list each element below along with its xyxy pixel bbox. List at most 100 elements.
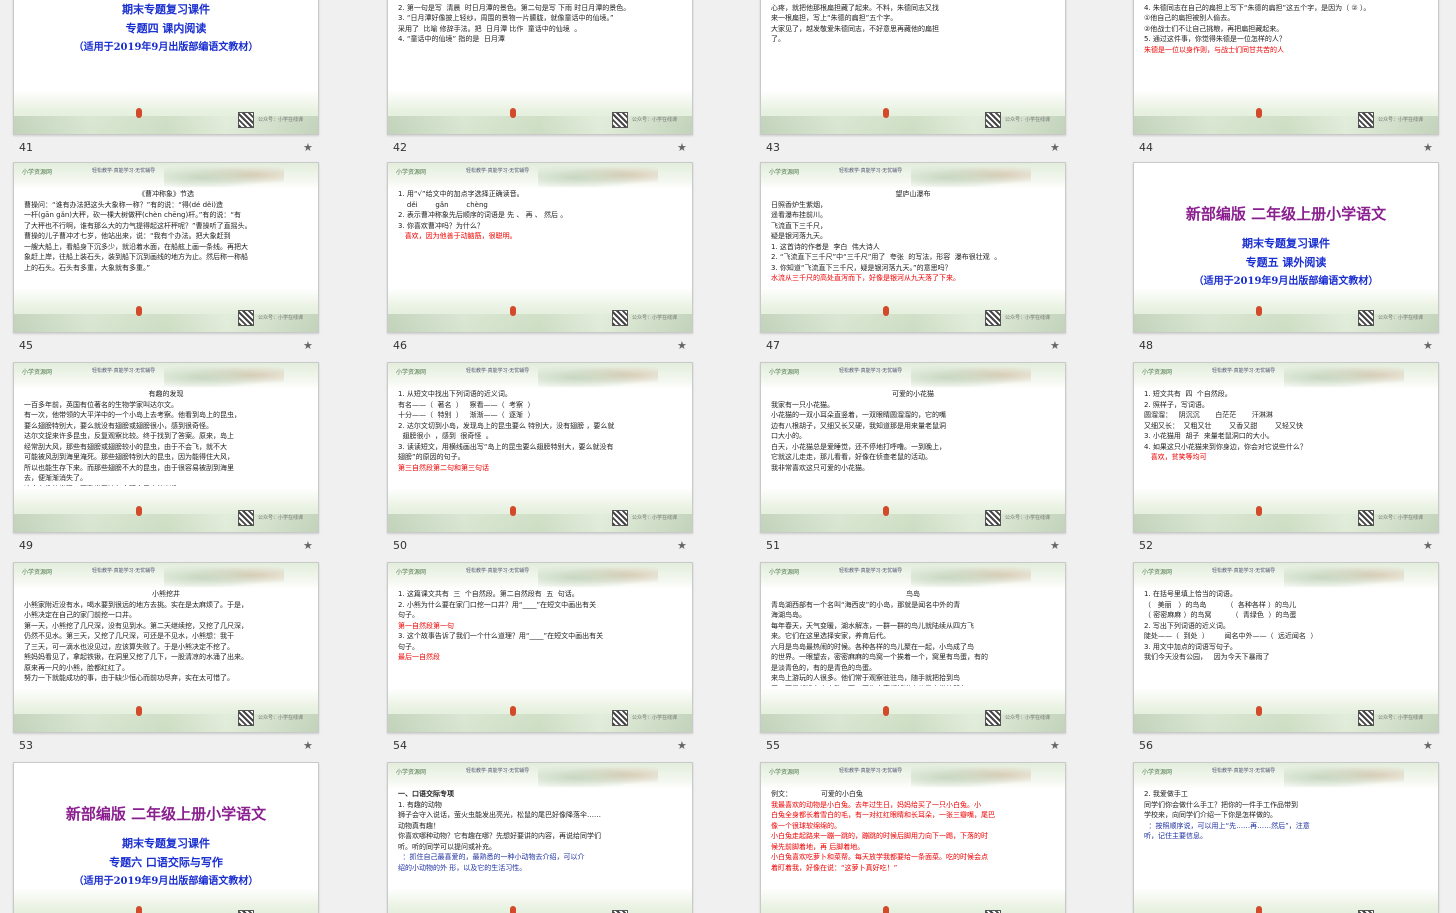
slide-transition-star-icon[interactable]: ★ — [1423, 339, 1433, 352]
footer-text: 公众号：小学在线课 — [1378, 715, 1424, 721]
content-line: 3. 用文中加点的词语写句子。 — [1144, 642, 1237, 651]
slide-footer-landscape: 公众号：小学在线课 — [1134, 488, 1438, 532]
slide-number: 47 — [766, 339, 780, 352]
slide-thumbnail[interactable]: 公众号：小学在线课 新部编版 二年级上册小学语文 期末专题复习课件 专题五 课外阅读 （… — [1133, 162, 1439, 333]
slide-number: 53 — [19, 739, 33, 752]
slide-sorter-grid: 公众号：小学在线课新部编版 二年级上册小学语文期末专题复习课件专题四 课内阅读（… — [0, 0, 1456, 913]
content-line: 4. “童话中的仙境” 指的是 日月潭 — [398, 35, 505, 43]
slide-header-band: 小学资源网 轻松教学·真能学习·无忧辅导 — [14, 163, 318, 189]
slide-thumbnail[interactable]: 小学资源网 轻松教学·真能学习·无忧辅导 公众号：小学在线课 《曹冲称象》节选 曹操问：… — [13, 162, 319, 333]
slide-transition-star-icon[interactable]: ★ — [677, 141, 687, 154]
slide-title: 新部编版 二年级上册小学语文 — [1185, 205, 1387, 223]
content-line: 遥看瀑布挂前川。 — [771, 211, 827, 219]
slide-header-band: 小学资源网 轻松教学·真能学习·无忧辅导 — [14, 563, 318, 589]
slide-transition-star-icon[interactable]: ★ — [677, 539, 687, 552]
slide-number: 50 — [393, 539, 407, 552]
slide-thumbnail[interactable]: 小学资源网轻松教学·真能学习·无忧辅导公众号：小学在线课例文： 可爱的小白兔我最… — [760, 762, 1066, 913]
header-slogan: 轻松教学·真能学习·无忧辅导 — [466, 768, 530, 774]
content-line: 1. 在括号里填上恰当的词语。 — [1144, 590, 1237, 598]
slide-transition-star-icon[interactable]: ★ — [1050, 339, 1060, 352]
slide-transition-star-icon[interactable]: ★ — [1050, 739, 1060, 752]
header-landscape-image — [538, 163, 658, 187]
slide-thumbnail[interactable]: 小学资源网 轻松教学·真能学习·无忧辅导公众号：小学在线课 一、口语交际专项 1. 有… — [387, 762, 693, 913]
slide-thumbnail[interactable]: 小学资源网 轻松教学·真能学习·无忧辅导 公众号：小学在线课 望庐山瀑布 日照香炉生紫烟… — [760, 162, 1066, 333]
slide-transition-star-icon[interactable]: ★ — [303, 539, 313, 552]
footer-figure-image — [509, 108, 516, 118]
content-line: 青岛湖西部有一个名叫“海西皮”的小岛，那就是闻名中外的青 — [771, 600, 961, 609]
slide-number: 45 — [19, 339, 33, 352]
content-line: 4. 朱德同志在自己的扁担上写下“朱德的扁担”这五个字，是因为（ ② ）。 — [1144, 3, 1371, 12]
content-line: 4. 如果这只小花猫来到你身边，你会对它说些什么？ — [1144, 442, 1307, 451]
content-line: 3. 你知道“飞流直下三千尺，疑是银河落九天。”的意思吗？ — [771, 263, 952, 272]
slide-thumbnail[interactable]: 小学资源网 轻松教学·真能学习·无忧辅导公众号：小学在线课 1. 在括号里填上恰当的… — [1133, 562, 1439, 733]
slide-thumbnail[interactable]: 小学资源网 轻松教学·真能学习·无忧辅导 公众号：小学在线课 鸟岛 青岛湖西部有一个名叫… — [760, 562, 1066, 733]
course-subtitle: 期末专题复习课件 — [122, 837, 210, 850]
content-line: 有一次，他带领的大平洋中的一个小岛上去考察。他看到岛上的昆虫， — [24, 411, 241, 419]
content-line: 句子。 — [398, 642, 419, 651]
header-slogan: 轻松教学·真能学习·无忧辅导 — [839, 168, 903, 174]
qr-code-icon — [238, 310, 254, 326]
content-line: 一百多年前，英国有位著名的生物学家叫达尔文。 — [24, 400, 178, 409]
slide-number: 44 — [1139, 141, 1153, 154]
footer-text: 公众号：小学在线课 — [258, 715, 304, 721]
slide-thumbnail[interactable]: 小学资源网 轻松教学·真能学习·无忧辅导 公众号：小学在线课 1. 用“√”给文中的加… — [387, 162, 693, 333]
brand-logo-text: 小学资源网 — [769, 169, 800, 176]
slide-header-band: 小学资源网 轻松教学·真能学习·无忧辅导 — [1134, 563, 1438, 589]
slide-thumbnail[interactable]: 小学资源网 轻松教学·真能学习·无忧辅导 公众号：小学在线课 1. 这篇课文共有 三 … — [387, 562, 693, 733]
slide-thumbnail[interactable]: 小学资源网 轻松教学·真能学习·无忧辅导 公众号：小学在线课 可爱的小花猫 我家有一只小… — [760, 362, 1066, 533]
slide-thumbnail[interactable]: 公众号：小学在线课 2. 这段话描写了朱德同志 挑粮 的过程。3. 用“____”… — [1133, 0, 1439, 135]
slide-number: 54 — [393, 739, 407, 752]
slide-transition-star-icon[interactable]: ★ — [677, 339, 687, 352]
slide-thumbnail[interactable]: 小学资源网 轻松教学·真能学习·无忧辅导 公众号：小学在线课 1. 从短文中找出下列词… — [387, 362, 693, 533]
slide-transition-star-icon[interactable]: ★ — [1050, 539, 1060, 552]
footer-figure-image — [135, 506, 142, 516]
slide-content: 《曹冲称象》节选 曹操问：“谁有办法把这头大象称一称？”有的说：“得(dé děi… — [24, 189, 308, 286]
slide-transition-star-icon[interactable]: ★ — [1423, 141, 1433, 154]
slide-transition-star-icon[interactable]: ★ — [1423, 739, 1433, 752]
slide-thumbnail[interactable]: 小学资源网 轻松教学·真能学习·无忧辅导 公众号：小学在线课 1. 短文共有 四 个自… — [1133, 362, 1439, 533]
content-line: 3. 这个故事告诉了我们一个什么道理？用“____”在短文中画出有关 — [398, 632, 604, 640]
slide-number: 52 — [1139, 539, 1153, 552]
content-line: děi gǎn chèng — [398, 200, 488, 209]
content-line: 学校来，向同学们介绍一下你是怎样做的。 — [1144, 811, 1277, 819]
slide-header-band: 小学资源网 轻松教学·真能学习·无忧辅导 — [1134, 763, 1438, 789]
content-line: 我们今天没有公园， 因为今天下暴雨了 — [1144, 653, 1270, 661]
brand-logo-text: 小学资源网 — [396, 569, 427, 576]
footer-figure-image — [135, 906, 142, 913]
slide-transition-star-icon[interactable]: ★ — [1423, 539, 1433, 552]
slide-transition-star-icon[interactable]: ★ — [677, 739, 687, 752]
slide-number: 56 — [1139, 739, 1153, 752]
slide-thumbnail[interactable]: 公众号：小学在线课 朱德同志也跟战士们一块儿去挑粮。他穿着草鞋，戴着斗笠，挑起粮食… — [760, 0, 1066, 135]
content-line: 喜欢，贫笑等均可 — [1144, 453, 1207, 461]
content-line: 最后一自然段 — [398, 653, 440, 661]
content-line: 朱德是一位以身作则，与战士们同甘共苦的人 — [1144, 45, 1284, 54]
footer-figure-image — [882, 108, 889, 118]
content-line: 翅膀”的原因的句子。 — [398, 453, 465, 461]
slide-header-band: 小学资源网 轻松教学·真能学习·无忧辅导 — [761, 363, 1065, 389]
slide-footer-landscape: 公众号：小学在线课 — [388, 288, 692, 332]
slide-transition-star-icon[interactable]: ★ — [1050, 141, 1060, 154]
slide-transition-star-icon[interactable]: ★ — [303, 739, 313, 752]
slide-transition-star-icon[interactable]: ★ — [303, 339, 313, 352]
qr-code-icon — [985, 112, 1001, 128]
slide-transition-star-icon[interactable]: ★ — [303, 141, 313, 154]
slide-thumbnail[interactable]: 公众号：小学在线课 新部编版 二年级上册小学语文期末专题复习课件专题四 课内阅读（… — [13, 0, 319, 135]
slide-thumbnail[interactable]: 小学资源网 轻松教学·真能学习·无忧辅导 公众号：小学在线课 有趣的发现 一百多年前，英… — [13, 362, 319, 533]
content-line: 白兔全身都长着雪白的毛，有一对红红眼睛和长耳朵，一张三瓣嘴，尾巴 — [771, 811, 995, 819]
footer-text: 公众号：小学在线课 — [632, 715, 678, 721]
content-line: 绍的小动物的外 形，以及它的生活习性。 — [398, 863, 527, 872]
topic-subtitle: 专题五 课外阅读 — [1245, 256, 1327, 269]
slide-thumbnail[interactable]: 小学资源网轻松教学·真能学习·无忧辅导公众号：小学在线课2. 我爱做手工同学们你… — [1133, 762, 1439, 913]
slide-thumbnail[interactable]: 公众号：小学在线课新部编版 二年级上册小学语文期末专题复习课件专题六 口语交际与… — [13, 762, 319, 913]
content-line: 1. 从短文中找出下列词语的近义词。 — [398, 390, 512, 398]
slide-thumbnail[interactable]: 小学资源网 轻松教学·真能学习·无忧辅导 公众号：小学在线课 小熊挖井 小熊家附近没有水… — [13, 562, 319, 733]
header-landscape-image — [1284, 563, 1404, 587]
slide-header-band: 小学资源网 轻松教学·真能学习·无忧辅导 — [761, 563, 1065, 589]
header-landscape-image — [164, 363, 284, 387]
footer-figure-image — [882, 906, 889, 913]
footer-figure-image — [882, 306, 889, 316]
content-line: 2. “飞流直下三千尺”中“三千尺”用了 夸张 的写法，形容 瀑布很壮观 。 — [771, 253, 1002, 261]
slide-thumbnail[interactable]: 公众号：小学在线课 现在前面。要是不是要飘扬的，日月潭好像是蒙上轻纱，周围的景物一… — [387, 0, 693, 135]
footer-figure-image — [509, 306, 516, 316]
header-landscape-image — [1284, 363, 1404, 387]
